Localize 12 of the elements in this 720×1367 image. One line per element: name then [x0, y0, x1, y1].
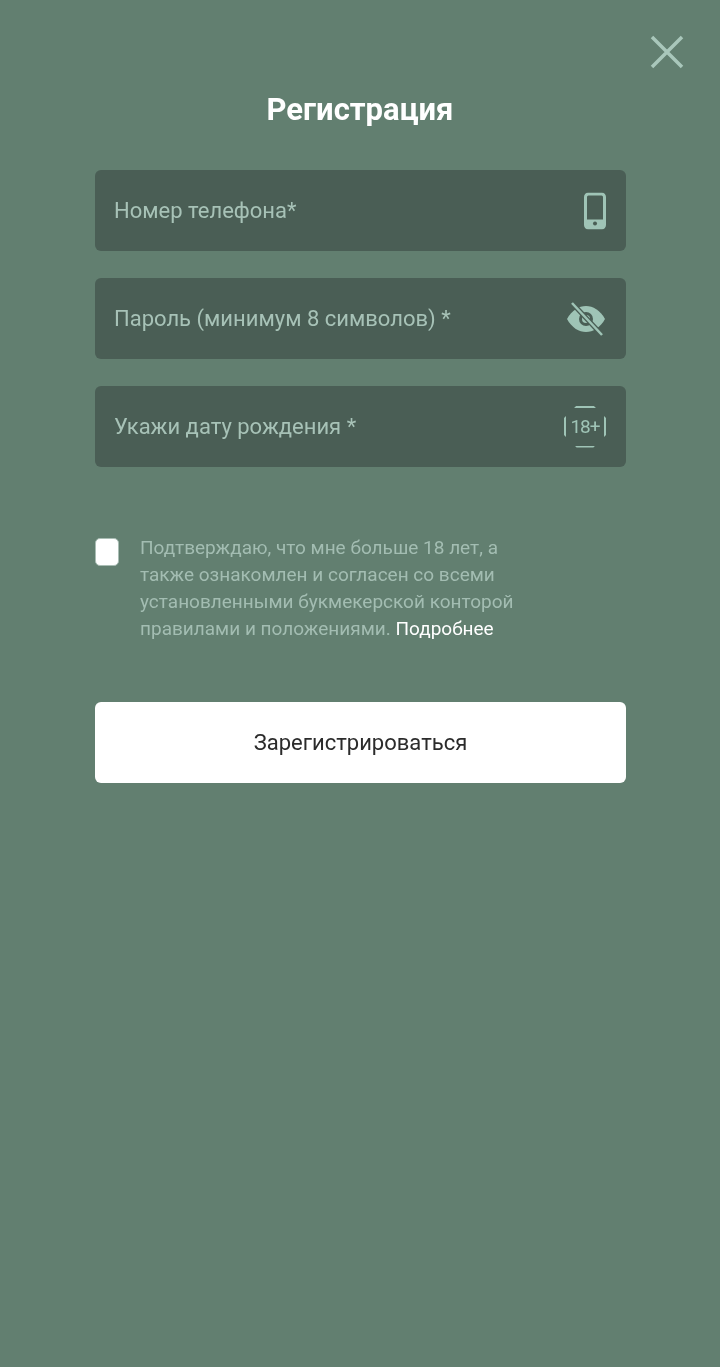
agreement-text: Подтверждаю, что мне больше 18 лет, а также ознакомлен и согласен со всеми установленными букмекерской конторой правилами и положениями. Подробнее: [140, 535, 515, 642]
register-button[interactable]: Зарегистрироваться: [95, 702, 626, 783]
phone-icon: [584, 192, 606, 229]
page-title: Регистрация: [265, 90, 455, 130]
details-link[interactable]: Подробнее: [395, 617, 494, 640]
age-limit-badge: 18+: [564, 405, 606, 448]
input-field[interactable]: Пароль (минимум 8 символов) *: [95, 278, 626, 359]
close-icon: [650, 35, 684, 69]
close-button[interactable]: [650, 35, 684, 69]
eye-slash-icon: [566, 301, 606, 336]
input-field[interactable]: Номер телефона*: [95, 170, 626, 251]
agreement-checkbox[interactable]: [95, 538, 119, 566]
